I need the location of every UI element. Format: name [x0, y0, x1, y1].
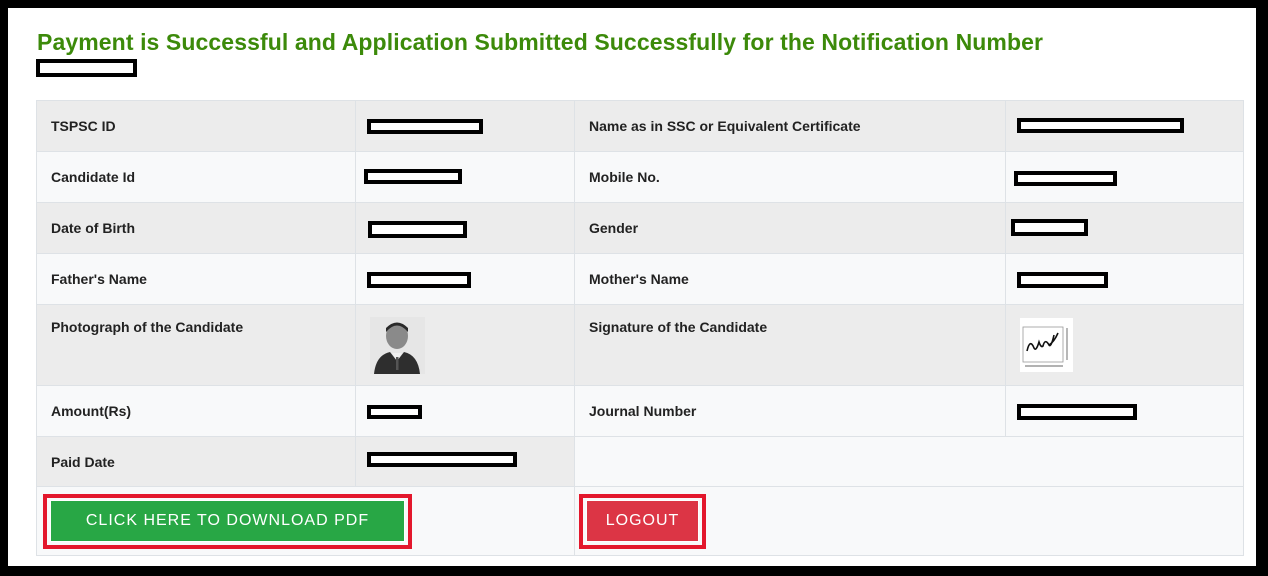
- page-title: Payment is Successful and Application Su…: [37, 29, 1044, 55]
- value-amount: [355, 385, 575, 437]
- candidate-signature-icon: [1020, 318, 1073, 372]
- label-father: Father's Name: [36, 253, 356, 305]
- table-row: Father's Name Mother's Name: [36, 253, 1244, 305]
- candidate-photo-icon: [370, 317, 425, 374]
- table-row: Date of Birth Gender: [36, 202, 1244, 254]
- label-dob: Date of Birth: [36, 202, 356, 254]
- redacted-notification-number: [36, 59, 137, 77]
- value-father: [355, 253, 575, 305]
- redacted-value: [1014, 171, 1117, 186]
- value-paid-date: [355, 436, 575, 487]
- label-name-ssc: Name as in SSC or Equivalent Certificate: [574, 100, 1006, 152]
- value-mother: [1005, 253, 1244, 305]
- application-details-table: TSPSC ID Name as in SSC or Equivalent Ce…: [36, 100, 1244, 556]
- label-signature: Signature of the Candidate: [574, 304, 1006, 386]
- redacted-value: [367, 405, 422, 419]
- label-mother: Mother's Name: [574, 253, 1006, 305]
- label-candidate-id: Candidate Id: [36, 151, 356, 203]
- value-gender: [1005, 202, 1244, 254]
- table-row: Amount(Rs) Journal Number: [36, 385, 1244, 437]
- empty-cell: [574, 436, 1244, 487]
- table-row: Photograph of the Candidate Signature of…: [36, 304, 1244, 386]
- label-gender: Gender: [574, 202, 1006, 254]
- value-dob: [355, 202, 575, 254]
- value-tspsc-id: [355, 100, 575, 152]
- redacted-value: [1017, 404, 1137, 420]
- redacted-value: [364, 169, 462, 184]
- confirmation-panel: Payment is Successful and Application Su…: [8, 8, 1256, 566]
- value-signature: [1005, 304, 1244, 386]
- download-pdf-button[interactable]: CLICK HERE TO DOWNLOAD PDF: [50, 500, 405, 542]
- label-amount: Amount(Rs): [36, 385, 356, 437]
- value-photo: [355, 304, 575, 386]
- label-photo: Photograph of the Candidate: [36, 304, 356, 386]
- table-row: TSPSC ID Name as in SSC or Equivalent Ce…: [36, 100, 1244, 152]
- redacted-value: [367, 272, 471, 288]
- redacted-value: [1017, 272, 1108, 288]
- value-journal: [1005, 385, 1244, 437]
- redacted-value: [367, 119, 483, 134]
- label-tspsc-id: TSPSC ID: [36, 100, 356, 152]
- redacted-value: [1011, 219, 1088, 236]
- redacted-value: [1017, 118, 1184, 133]
- redacted-value: [368, 221, 467, 238]
- logout-button[interactable]: LOGOUT: [586, 500, 699, 542]
- label-paid-date: Paid Date: [36, 436, 356, 487]
- redacted-value: [367, 452, 517, 467]
- label-journal: Journal Number: [574, 385, 1006, 437]
- value-name-ssc: [1005, 100, 1244, 152]
- table-row: Paid Date: [36, 436, 1244, 487]
- value-mobile: [1005, 151, 1244, 203]
- label-mobile: Mobile No.: [574, 151, 1006, 203]
- table-row: Candidate Id Mobile No.: [36, 151, 1244, 203]
- value-candidate-id: [355, 151, 575, 203]
